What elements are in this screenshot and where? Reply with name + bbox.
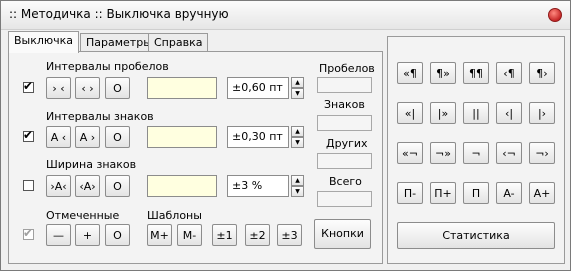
marked-checkbox[interactable]: ✔ — [23, 226, 34, 240]
statistics-button[interactable]: Статистика — [397, 222, 555, 249]
template-pm3-button[interactable]: ±3 — [277, 224, 302, 246]
spaces-indicator — [147, 77, 217, 99]
window-title: :: Методичка :: Выключка вручную — [9, 7, 229, 21]
formatting-buttons-panel: «¶ ¶» ¶¶ ‹¶ ¶› «| |» || ‹| |› «¬ ¬» ¬ ‹¬… — [387, 36, 565, 264]
line-right-single-button[interactable]: |› — [529, 102, 555, 124]
neg-right-single-button[interactable]: ¬› — [529, 142, 555, 164]
neg-button[interactable]: ¬ — [463, 142, 489, 164]
p-plus-button[interactable]: П+ — [430, 182, 456, 204]
templates-label: Шаблоны — [147, 209, 202, 222]
width-reset-button[interactable]: O — [105, 175, 130, 197]
spaces-label: Интервалы пробелов — [46, 60, 169, 73]
spaces-step-down-icon[interactable]: ▼ — [291, 88, 304, 99]
tab-vyklyuchka[interactable]: Выключка — [8, 31, 80, 53]
marked-plus-button[interactable]: + — [75, 224, 100, 246]
spaces-reset-button[interactable]: O — [105, 77, 130, 99]
width-narrow-button[interactable]: ›A‹ — [46, 175, 71, 197]
width-indicator — [147, 175, 217, 197]
width-widen-button[interactable]: ‹A› — [75, 175, 100, 197]
spaces-narrow-button[interactable]: › ‹ — [46, 77, 71, 99]
spaces-checkbox[interactable]: ✔ — [23, 79, 34, 93]
stat-other-value — [317, 153, 372, 169]
template-pm2-button[interactable]: ±2 — [245, 224, 270, 246]
width-label: Ширина знаков — [46, 158, 137, 171]
chars-reset-button[interactable]: O — [105, 126, 130, 148]
buttons-toggle-button[interactable]: Кнопки — [314, 219, 371, 249]
stat-other-label: Других — [326, 137, 368, 150]
chars-step-down-icon[interactable]: ▼ — [291, 137, 304, 148]
a-minus-button[interactable]: A- — [496, 182, 522, 204]
chars-indicator — [147, 126, 217, 148]
marked-label: Отмеченные — [46, 209, 120, 222]
chars-widen-button[interactable]: A › — [75, 126, 100, 148]
width-checkbox[interactable] — [23, 180, 34, 191]
width-step-up-icon[interactable]: ▲ — [291, 175, 304, 186]
close-icon[interactable] — [548, 8, 562, 22]
spaces-step-up-icon[interactable]: ▲ — [291, 77, 304, 88]
chars-step-field[interactable]: ±0,30 пт — [227, 126, 289, 148]
chars-narrow-button[interactable]: A ‹ — [46, 126, 71, 148]
para-both-button[interactable]: ¶¶ — [463, 62, 489, 84]
tab-panel: Интервалы пробелов ✔ › ‹ ‹ › O ±0,60 пт … — [8, 51, 383, 264]
line-left-double-button[interactable]: «| — [397, 102, 423, 124]
template-m-plus-button[interactable]: M+ — [147, 224, 172, 246]
neg-left-double-button[interactable]: «¬ — [397, 142, 423, 164]
a-plus-button[interactable]: A+ — [529, 182, 555, 204]
stat-chars-value — [317, 115, 372, 131]
marked-reset-button[interactable]: O — [105, 224, 130, 246]
stat-spaces-label: Пробелов — [319, 62, 375, 75]
spaces-widen-button[interactable]: ‹ › — [75, 77, 100, 99]
chars-label: Интервалы знаков — [46, 110, 154, 123]
para-left-double-button[interactable]: «¶ — [397, 62, 423, 84]
chars-checkbox[interactable]: ✔ — [23, 128, 34, 142]
tab-spravka[interactable]: Справка — [148, 33, 209, 52]
para-left-single-button[interactable]: ‹¶ — [496, 62, 522, 84]
neg-left-single-button[interactable]: ‹¬ — [496, 142, 522, 164]
tab-parametry[interactable]: Параметры — [80, 33, 158, 52]
para-right-double-button[interactable]: ¶» — [430, 62, 456, 84]
para-right-single-button[interactable]: ¶› — [529, 62, 555, 84]
window: :: Методичка :: Выключка вручную Выключк… — [0, 0, 571, 271]
line-right-double-button[interactable]: |» — [430, 102, 456, 124]
p-button[interactable]: П — [463, 182, 489, 204]
title-bar: :: Методичка :: Выключка вручную — [1, 1, 570, 30]
template-pm1-button[interactable]: ±1 — [212, 224, 237, 246]
chars-step-up-icon[interactable]: ▲ — [291, 126, 304, 137]
neg-right-double-button[interactable]: ¬» — [430, 142, 456, 164]
stat-chars-label: Знаков — [324, 98, 365, 111]
marked-minus-button[interactable]: — — [46, 224, 71, 246]
line-both-button[interactable]: || — [463, 102, 489, 124]
stat-total-value — [317, 191, 372, 207]
template-m-minus-button[interactable]: M- — [177, 224, 202, 246]
p-minus-button[interactable]: П- — [397, 182, 423, 204]
spaces-step-field[interactable]: ±0,60 пт — [227, 77, 289, 99]
line-left-single-button[interactable]: ‹| — [496, 102, 522, 124]
stat-spaces-value — [317, 77, 372, 93]
width-step-down-icon[interactable]: ▼ — [291, 186, 304, 197]
stat-total-label: Всего — [329, 175, 362, 188]
width-step-field[interactable]: ±3 % — [227, 175, 289, 197]
